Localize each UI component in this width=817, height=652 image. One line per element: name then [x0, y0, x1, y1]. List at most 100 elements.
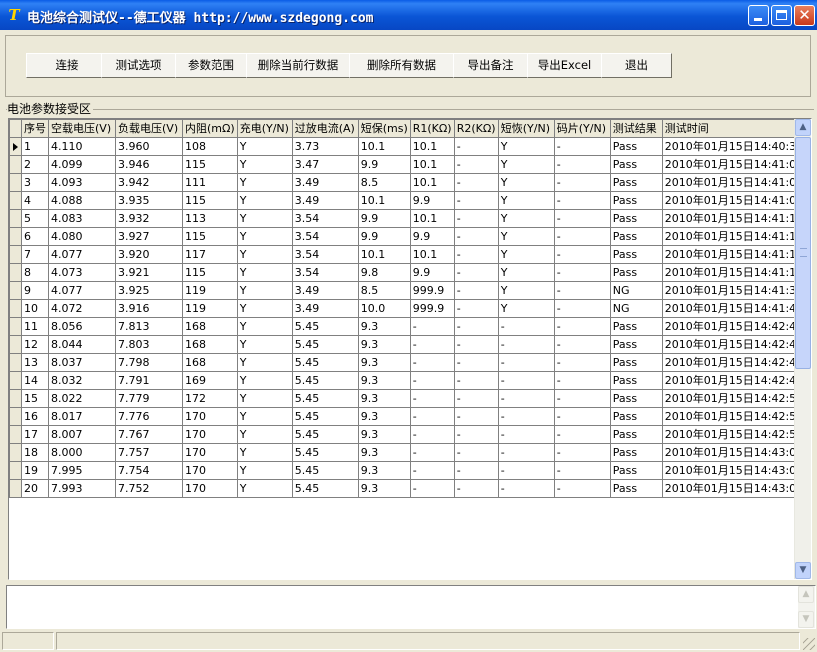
table-cell[interactable]: 170 [182, 479, 238, 498]
table-cell[interactable]: 5.45 [291, 407, 359, 426]
table-cell[interactable]: Y [236, 245, 293, 264]
table-row[interactable]: 12 8.044 7.803 168 Y 5.45 9.3- - - - Pass 2010年01月1… [9, 335, 807, 354]
table-cell[interactable]: Pass [609, 479, 663, 498]
table-cell[interactable]: 2010年01月15日14:42:46 [661, 353, 807, 372]
table-cell[interactable]: 9.3 [357, 317, 411, 336]
table-cell[interactable]: 8.037 [48, 353, 116, 372]
table-cell[interactable]: 115 [182, 227, 238, 246]
table-row[interactable]: 16 8.017 7.776 170 Y 5.45 9.3- - - - Pass 2010年01月1… [9, 407, 807, 426]
table-cell[interactable]: - [409, 317, 455, 336]
table-cell[interactable]: 5.45 [291, 317, 359, 336]
table-cell[interactable]: 2010年01月15日14:41:05 [661, 173, 807, 192]
table-cell[interactable]: 9.9 [409, 263, 455, 282]
table-row[interactable]: 7 4.077 3.920 117 Y 3.54 10.1 10.1- Y - Pass 2010年0… [9, 245, 807, 264]
table-cell[interactable]: 4.093 [48, 173, 116, 192]
table-cell[interactable]: 3.49 [291, 281, 359, 300]
table-cell[interactable]: 5.45 [291, 353, 359, 372]
column-header[interactable]: 短保(ms) [357, 119, 411, 138]
table-cell[interactable]: - [453, 335, 499, 354]
table-cell[interactable]: 172 [182, 389, 238, 408]
table-cell[interactable]: Pass [609, 443, 663, 462]
table-cell[interactable]: Y [236, 317, 293, 336]
table-cell[interactable]: 170 [182, 425, 238, 444]
table-cell[interactable]: - [497, 371, 555, 390]
table-cell[interactable]: 8.000 [48, 443, 116, 462]
table-cell[interactable]: 999.9 [409, 299, 455, 318]
table-cell[interactable]: - [453, 173, 499, 192]
column-header[interactable]: 测试时间 [661, 119, 807, 138]
table-cell[interactable]: 7.779 [115, 389, 183, 408]
table-cell[interactable]: Y [497, 263, 555, 282]
table-cell[interactable]: 170 [182, 461, 238, 480]
table-cell[interactable]: 119 [182, 281, 238, 300]
table-cell[interactable]: - [453, 263, 499, 282]
table-cell[interactable]: 2 [21, 155, 49, 174]
table-cell[interactable]: Y [497, 281, 555, 300]
table-cell[interactable]: 5.45 [291, 389, 359, 408]
table-cell[interactable]: 8.5 [357, 173, 411, 192]
table-cell[interactable]: Pass [609, 173, 663, 192]
table-cell[interactable]: Y [497, 245, 555, 264]
table-cell[interactable]: Y [497, 173, 555, 192]
table-cell[interactable]: 168 [182, 335, 238, 354]
table-cell[interactable]: 3.921 [115, 263, 183, 282]
table-row[interactable]: 17 8.007 7.767 170 Y 5.45 9.3- - - - Pass 2010年01月1… [9, 425, 807, 444]
table-cell[interactable]: - [409, 479, 455, 498]
table-cell[interactable]: 7 [21, 245, 49, 264]
table-cell[interactable]: Y [236, 227, 293, 246]
table-cell[interactable]: 9.3 [357, 479, 411, 498]
table-cell[interactable]: 20 [21, 479, 49, 498]
row-indicator[interactable] [9, 317, 22, 336]
table-cell[interactable]: 5.45 [291, 479, 359, 498]
table-cell[interactable]: 3.73 [291, 137, 359, 156]
table-cell[interactable]: Pass [609, 227, 663, 246]
row-indicator[interactable] [9, 443, 22, 462]
table-row[interactable]: 10 4.072 3.916 119 Y 3.49 10.0 999.9- Y - NG 2010年0… [9, 299, 807, 318]
table-cell[interactable]: Y [497, 137, 555, 156]
table-cell[interactable]: 8.056 [48, 317, 116, 336]
table-cell[interactable]: Y [236, 173, 293, 192]
table-cell[interactable]: - [553, 137, 611, 156]
row-indicator[interactable] [9, 227, 22, 246]
table-cell[interactable]: 4 [21, 191, 49, 210]
table-cell[interactable]: Y [497, 227, 555, 246]
table-cell[interactable]: - [453, 245, 499, 264]
table-cell[interactable]: Y [236, 443, 293, 462]
table-cell[interactable]: 3.932 [115, 209, 183, 228]
table-cell[interactable]: 10 [21, 299, 49, 318]
column-header[interactable]: 测试结果 [609, 119, 663, 138]
table-cell[interactable]: 10.1 [409, 173, 455, 192]
table-cell[interactable]: - [497, 425, 555, 444]
table-cell[interactable]: 2010年01月15日14:41:08 [661, 191, 807, 210]
column-header[interactable]: 短恢(Y/N) [497, 119, 555, 138]
table-cell[interactable]: - [553, 209, 611, 228]
table-cell[interactable]: 13 [21, 353, 49, 372]
table-cell[interactable]: - [553, 407, 611, 426]
table-cell[interactable]: 3.935 [115, 191, 183, 210]
column-header[interactable]: 充电(Y/N) [236, 119, 293, 138]
row-indicator[interactable] [9, 371, 22, 390]
table-cell[interactable]: 9.3 [357, 371, 411, 390]
table-cell[interactable]: - [453, 479, 499, 498]
table-cell[interactable]: Y [236, 371, 293, 390]
table-cell[interactable]: 8.032 [48, 371, 116, 390]
row-indicator[interactable] [9, 353, 22, 372]
table-cell[interactable]: 5.45 [291, 443, 359, 462]
table-cell[interactable]: - [497, 389, 555, 408]
export-notes-button[interactable]: 导出备注 [453, 53, 528, 78]
table-cell[interactable]: - [553, 173, 611, 192]
table-cell[interactable]: 168 [182, 353, 238, 372]
table-cell[interactable]: Pass [609, 245, 663, 264]
row-indicator[interactable] [9, 335, 22, 354]
table-cell[interactable]: 168 [182, 317, 238, 336]
table-cell[interactable]: 3.47 [291, 155, 359, 174]
table-cell[interactable]: Y [236, 461, 293, 480]
table-cell[interactable]: 2010年01月15日14:41:14 [661, 245, 807, 264]
table-cell[interactable]: 117 [182, 245, 238, 264]
table-cell[interactable]: 4.073 [48, 263, 116, 282]
column-header[interactable]: 负载电压(V) [115, 119, 183, 138]
table-cell[interactable]: 9.9 [409, 191, 455, 210]
table-cell[interactable]: - [553, 479, 611, 498]
table-row[interactable]: 1 4.110 3.960 108 Y 3.73 10.1 10.1- Y - Pass 2010年0… [9, 137, 807, 156]
table-cell[interactable]: 2010年01月15日14:40:31 [661, 137, 807, 156]
